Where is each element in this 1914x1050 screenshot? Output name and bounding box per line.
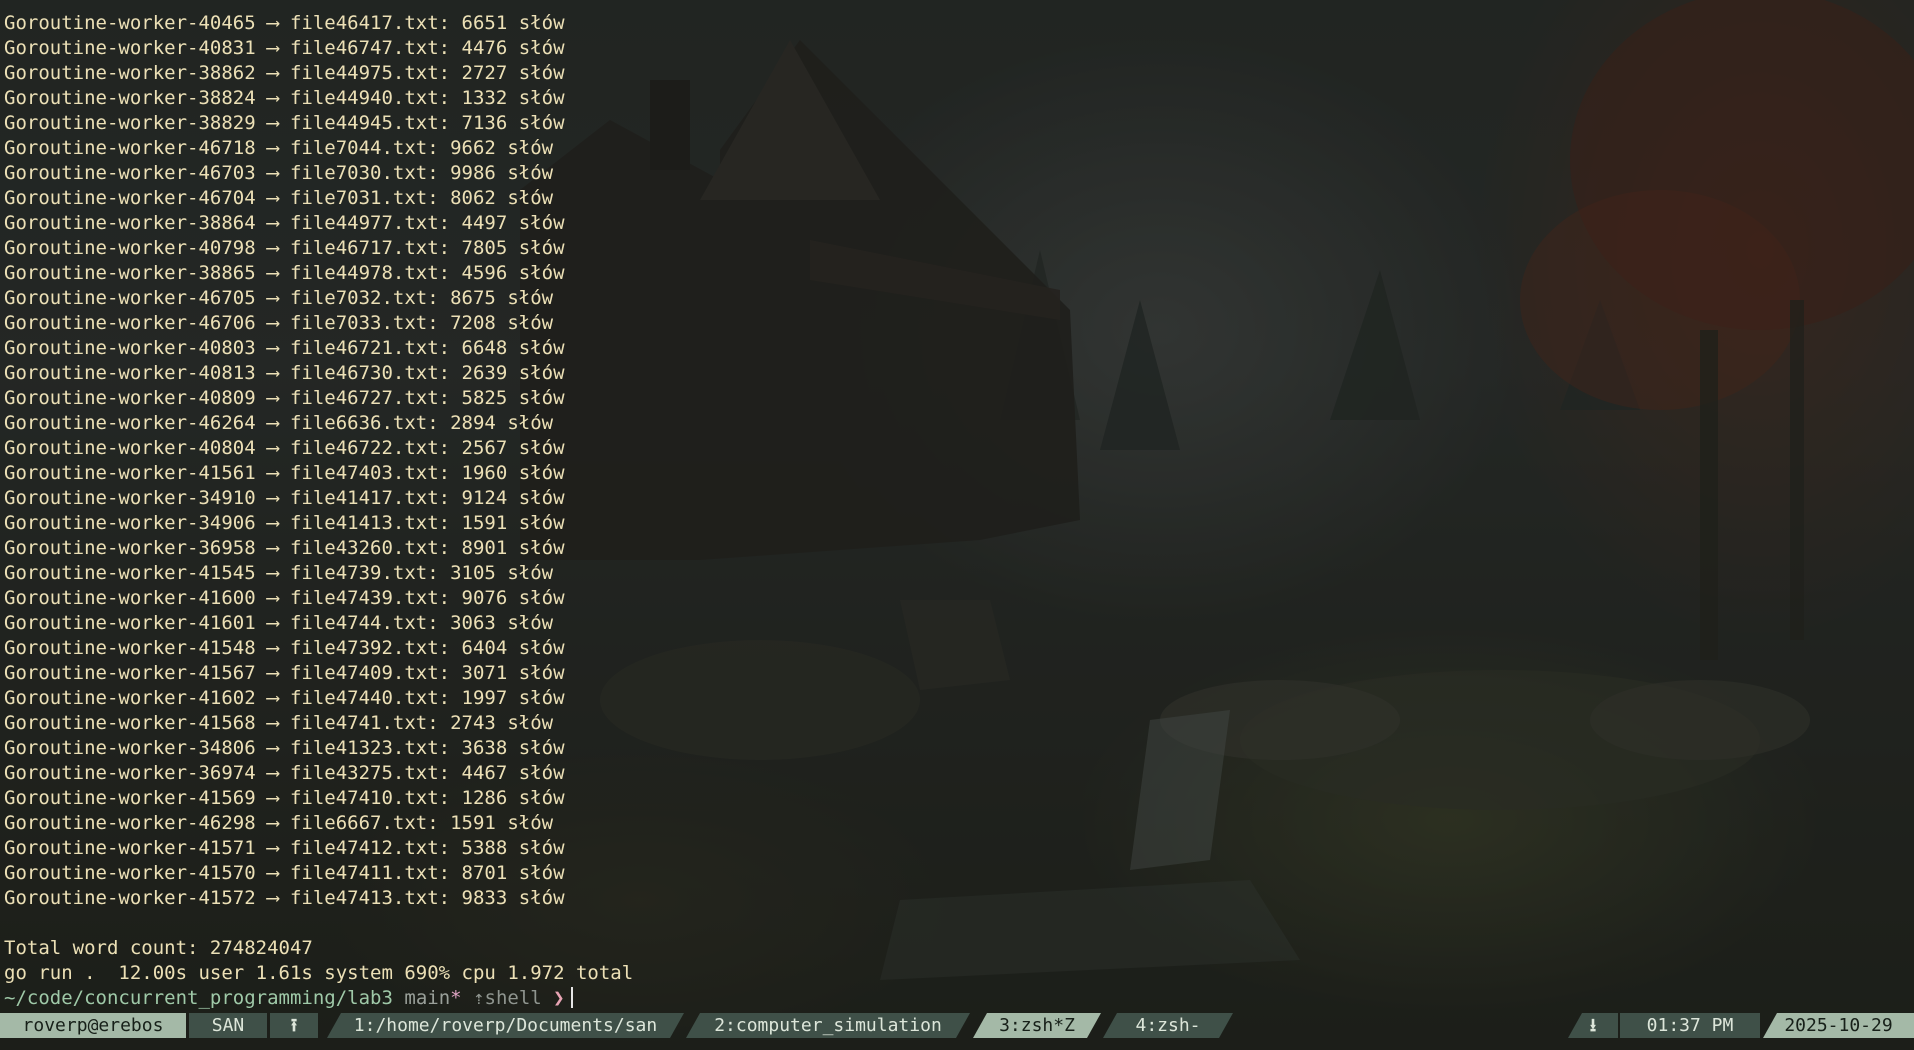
download-icon: ⭳ <box>1568 1013 1618 1038</box>
worker-output-line: Goroutine-worker-41572 ⟶ file47413.txt: … <box>4 887 565 909</box>
tmux-status-bar: roverp@erebos SAN ⭱ 1:/home/roverp/Docum… <box>0 1013 1914 1038</box>
worker-output-line: Goroutine-worker-34906 ⟶ file41413.txt: … <box>4 512 565 534</box>
timing-line: go run . 12.00s user 1.61s system 690% c… <box>4 962 634 984</box>
worker-output-line: Goroutine-worker-34910 ⟶ file41417.txt: … <box>4 487 565 509</box>
worker-output-line: Goroutine-worker-41545 ⟶ file4739.txt: 3… <box>4 562 554 584</box>
clock-time: 01:37 PM <box>1620 1013 1760 1038</box>
worker-output-line: Goroutine-worker-41561 ⟶ file47403.txt: … <box>4 462 565 484</box>
worker-output-line: Goroutine-worker-40465 ⟶ file46417.txt: … <box>4 12 565 34</box>
worker-output-line: Goroutine-worker-46705 ⟶ file7032.txt: 8… <box>4 287 554 309</box>
worker-output-line: Goroutine-worker-46718 ⟶ file7044.txt: 9… <box>4 137 554 159</box>
worker-output-line: Goroutine-worker-40803 ⟶ file46721.txt: … <box>4 337 565 359</box>
worker-output-line: Goroutine-worker-40798 ⟶ file46717.txt: … <box>4 237 565 259</box>
prompt-chevron-icon: ❯ <box>553 987 565 1009</box>
worker-output-line: Goroutine-worker-41601 ⟶ file4744.txt: 3… <box>4 612 554 634</box>
worker-output-line: Goroutine-worker-41568 ⟶ file4741.txt: 2… <box>4 712 554 734</box>
worker-output-line: Goroutine-worker-36958 ⟶ file43260.txt: … <box>4 537 565 559</box>
git-upstream: ⇡shell <box>473 987 542 1009</box>
worker-output-line: Goroutine-worker-38824 ⟶ file44940.txt: … <box>4 87 565 109</box>
total-word-count-line: Total word count: 274824047 <box>4 937 313 959</box>
worker-output-line: Goroutine-worker-46704 ⟶ file7031.txt: 8… <box>4 187 554 209</box>
git-dirty-marker: * <box>450 987 462 1009</box>
worker-output-line: Goroutine-worker-40804 ⟶ file46722.txt: … <box>4 437 565 459</box>
text-cursor[interactable] <box>570 987 573 1008</box>
upload-icon: ⭱ <box>270 1013 318 1038</box>
worker-output-line: Goroutine-worker-40813 ⟶ file46730.txt: … <box>4 362 565 384</box>
worker-output-line: Goroutine-worker-41548 ⟶ file47392.txt: … <box>4 637 565 659</box>
tmux-window-2[interactable]: 2:computer_simulation <box>686 1013 970 1038</box>
user-host-segment: roverp@erebos <box>0 1013 186 1038</box>
worker-output-line: Goroutine-worker-38864 ⟶ file44977.txt: … <box>4 212 565 234</box>
clock-date: 2025-10-29 <box>1763 1013 1914 1038</box>
worker-output-line: Goroutine-worker-40809 ⟶ file46727.txt: … <box>4 387 565 409</box>
worker-output-line: Goroutine-worker-46264 ⟶ file6636.txt: 2… <box>4 412 554 434</box>
worker-output-line: Goroutine-worker-38862 ⟶ file44975.txt: … <box>4 62 565 84</box>
worker-output-line: Goroutine-worker-41600 ⟶ file47439.txt: … <box>4 587 565 609</box>
worker-output-line: Goroutine-worker-34806 ⟶ file41323.txt: … <box>4 737 565 759</box>
tmux-window-3-active[interactable]: 3:zsh*Z <box>973 1013 1101 1038</box>
shell-prompt[interactable]: ~/code/concurrent_programming/lab3 main*… <box>4 986 1894 1011</box>
worker-output-line: Goroutine-worker-40831 ⟶ file46747.txt: … <box>4 37 565 59</box>
worker-output-line: Goroutine-worker-41571 ⟶ file47412.txt: … <box>4 837 565 859</box>
worker-output-line: Goroutine-worker-36974 ⟶ file43275.txt: … <box>4 762 565 784</box>
session-name[interactable]: SAN <box>189 1013 267 1038</box>
worker-output-line: Goroutine-worker-46706 ⟶ file7033.txt: 7… <box>4 312 554 334</box>
worker-output-line: Goroutine-worker-41570 ⟶ file47411.txt: … <box>4 862 565 884</box>
worker-output-line: Goroutine-worker-46298 ⟶ file6667.txt: 1… <box>4 812 554 834</box>
terminal-output: Goroutine-worker-40465 ⟶ file46417.txt: … <box>4 11 1894 911</box>
worker-output-line: Goroutine-worker-41567 ⟶ file47409.txt: … <box>4 662 565 684</box>
tmux-window-1[interactable]: 1:/home/roverp/Documents/san <box>327 1013 684 1038</box>
terminal-window[interactable]: Goroutine-worker-40465 ⟶ file46417.txt: … <box>4 11 1894 1011</box>
worker-output-line: Goroutine-worker-38829 ⟶ file44945.txt: … <box>4 112 565 134</box>
worker-output-line: Goroutine-worker-38865 ⟶ file44978.txt: … <box>4 262 565 284</box>
worker-output-line: Goroutine-worker-46703 ⟶ file7030.txt: 9… <box>4 162 554 184</box>
git-branch: main <box>404 987 451 1009</box>
prompt-path: ~/code/concurrent_programming/lab3 <box>4 987 393 1009</box>
worker-output-line: Goroutine-worker-41602 ⟶ file47440.txt: … <box>4 687 565 709</box>
tmux-window-4[interactable]: 4:zsh- <box>1103 1013 1233 1038</box>
worker-output-line: Goroutine-worker-41569 ⟶ file47410.txt: … <box>4 787 565 809</box>
